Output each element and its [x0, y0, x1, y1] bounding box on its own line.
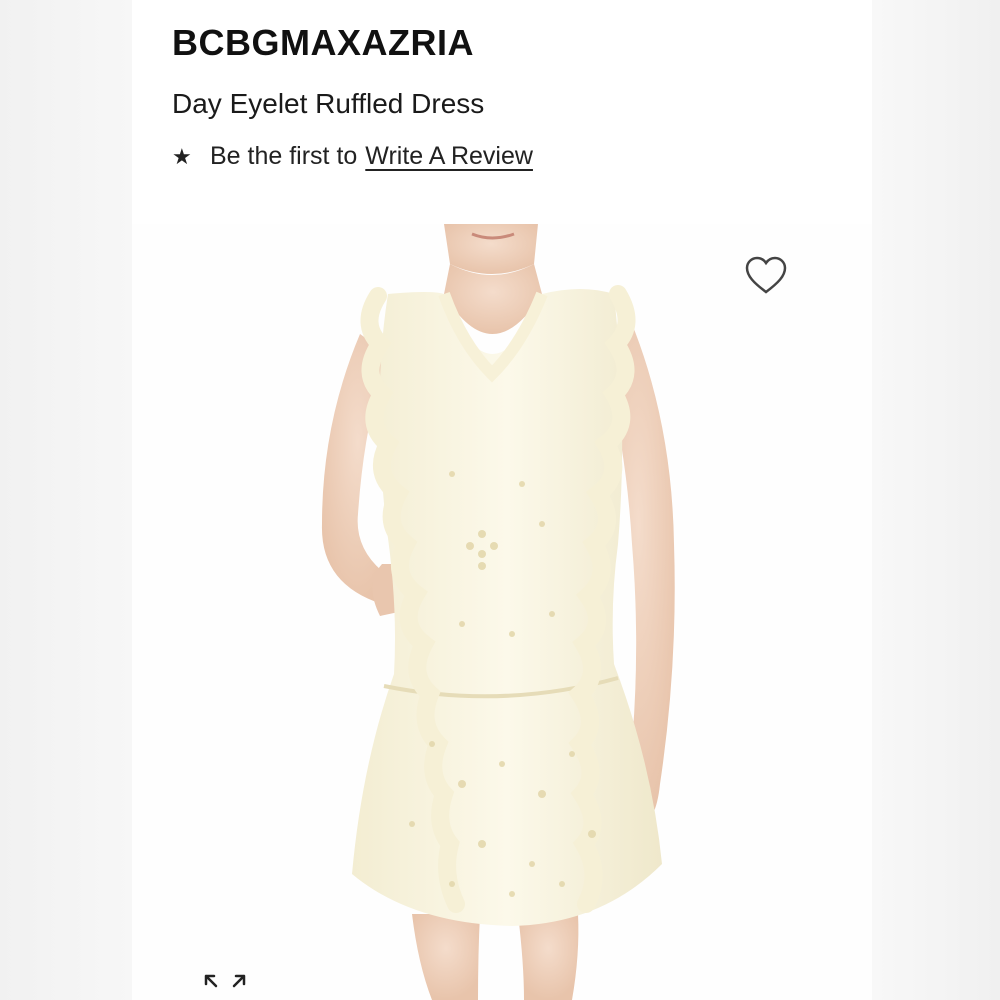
review-prompt-text: Be the first to: [210, 142, 358, 170]
wishlist-heart-icon[interactable]: [744, 254, 788, 298]
expand-icon[interactable]: [202, 972, 248, 996]
product-image-area[interactable]: [132, 224, 872, 1000]
product-title: Day Eyelet Ruffled Dress: [172, 88, 485, 119]
review-prompt: ★ Be the first to Write A Review: [172, 142, 533, 171]
brand-name: BCBGMAXAZRIA: [172, 22, 474, 63]
star-icon: ★: [172, 143, 192, 169]
left-backdrop: [0, 0, 132, 1000]
product-image: [321, 224, 675, 1000]
write-review-link[interactable]: Write A Review: [365, 142, 533, 171]
product-page: BCBGMAXAZRIA Day Eyelet Ruffled Dress ★ …: [132, 0, 872, 1000]
right-backdrop: [872, 0, 1000, 1000]
